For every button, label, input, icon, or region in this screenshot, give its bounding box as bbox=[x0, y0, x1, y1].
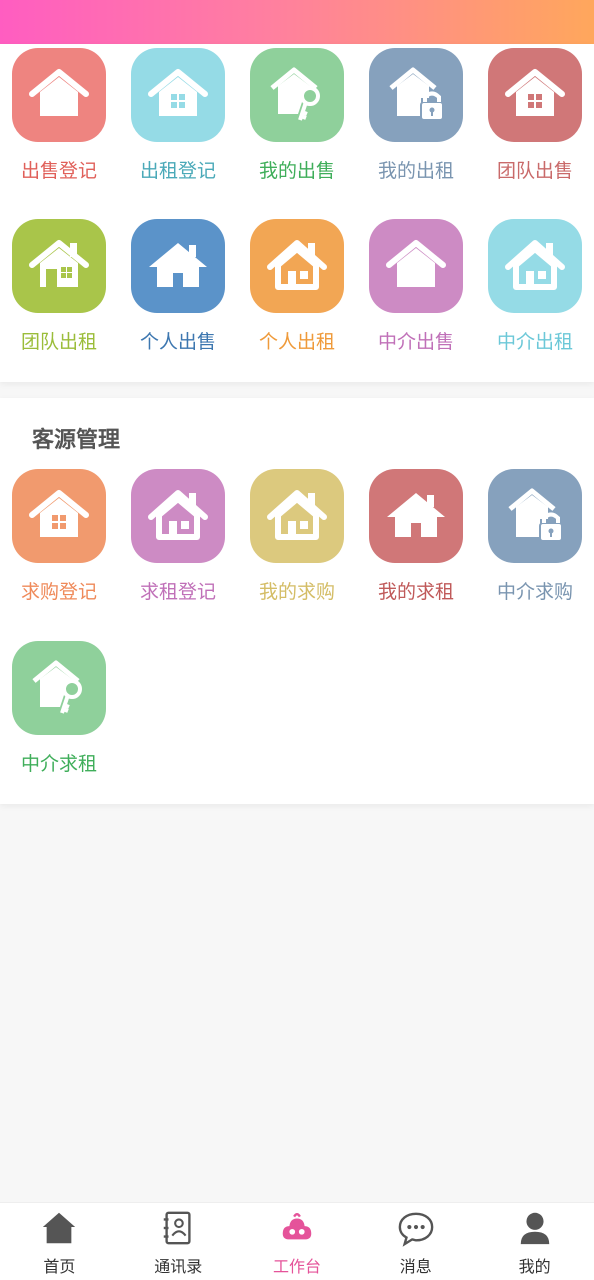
grid-item-label: 团队出租 bbox=[20, 331, 97, 353]
profile-icon bbox=[516, 1209, 554, 1251]
grid-item-agency-buy[interactable]: 中介求购 bbox=[476, 469, 594, 619]
house-window-icon bbox=[131, 48, 225, 142]
grid-item-label: 出售登记 bbox=[20, 160, 97, 182]
grid-item-rent-request[interactable]: 求租登记 bbox=[119, 469, 237, 619]
nav-item-messages[interactable]: 消息 bbox=[356, 1203, 475, 1280]
section-title: 客源管理 bbox=[32, 428, 121, 453]
grid-item-buy-request[interactable]: 求购登记 bbox=[0, 469, 118, 619]
message-icon bbox=[397, 1209, 435, 1251]
grid-item-personal-sale[interactable]: 个人出售 bbox=[119, 219, 237, 369]
grid-item-label: 中介出租 bbox=[496, 331, 573, 353]
grid-item-label: 我的出售 bbox=[258, 160, 335, 182]
grid-item-label: 中介求购 bbox=[496, 581, 573, 603]
house-solid-icon bbox=[369, 469, 463, 563]
grid-item-rent-register[interactable]: 出租登记 bbox=[119, 48, 237, 198]
grid-item-label: 求购登记 bbox=[20, 581, 97, 603]
nav-label: 我的 bbox=[518, 1257, 551, 1276]
house-solid-icon bbox=[131, 219, 225, 313]
grid-item-label: 团队出售 bbox=[496, 160, 573, 182]
grid-item-personal-rent[interactable]: 个人出租 bbox=[238, 219, 356, 369]
house-icon bbox=[12, 48, 106, 142]
client-section-card: 客源管理 求购登记 求租登记 我的求购 我的求租 中介求购 中介求租 bbox=[0, 398, 594, 804]
house-outline-icon bbox=[250, 469, 344, 563]
nav-label: 首页 bbox=[43, 1257, 76, 1276]
grid-item-team-sale[interactable]: 团队出售 bbox=[476, 48, 594, 198]
house-key-icon bbox=[12, 641, 106, 735]
grid-item-my-sale[interactable]: 我的出售 bbox=[238, 48, 356, 198]
grid-item-agency-rent[interactable]: 中介出租 bbox=[476, 219, 594, 369]
bottom-nav: 首页 通讯录 工作台 消息 我的 bbox=[0, 1202, 594, 1280]
house-outline-icon bbox=[488, 219, 582, 313]
grid-item-my-rent-request[interactable]: 我的求租 bbox=[357, 469, 475, 619]
top-header-bar bbox=[0, 0, 594, 44]
grid-item-label: 中介求租 bbox=[20, 753, 97, 775]
grid-item-agency-sale[interactable]: 中介出售 bbox=[357, 219, 475, 369]
grid-item-label: 我的出租 bbox=[377, 160, 454, 182]
house-section-card: 出售登记 出租登记 我的出售 我的出租 团队出售 团队出租 个人出售 个人出租 … bbox=[0, 44, 594, 382]
house-icon bbox=[369, 219, 463, 313]
nav-item-contacts[interactable]: 通讯录 bbox=[119, 1203, 238, 1280]
grid-item-label: 求租登记 bbox=[139, 581, 216, 603]
nav-item-workbench[interactable]: 工作台 bbox=[238, 1203, 357, 1280]
grid-item-label: 我的求租 bbox=[377, 581, 454, 603]
grid-item-label: 出租登记 bbox=[139, 160, 216, 182]
nav-label: 工作台 bbox=[272, 1257, 321, 1276]
grid-item-label: 个人出售 bbox=[139, 331, 216, 353]
house-chimney-icon bbox=[12, 219, 106, 313]
nav-item-home[interactable]: 首页 bbox=[0, 1203, 119, 1280]
workbench-icon bbox=[278, 1209, 316, 1251]
nav-label: 消息 bbox=[399, 1257, 432, 1276]
house-outline-icon bbox=[131, 469, 225, 563]
house-lock-icon bbox=[488, 469, 582, 563]
house-window-icon bbox=[12, 469, 106, 563]
grid-item-label: 中介出售 bbox=[377, 331, 454, 353]
grid-item-sale-register[interactable]: 出售登记 bbox=[0, 48, 118, 198]
contacts-icon bbox=[159, 1209, 197, 1251]
home-icon bbox=[40, 1209, 78, 1251]
grid-item-agency-rent-request[interactable]: 中介求租 bbox=[0, 641, 118, 791]
grid-item-my-rent[interactable]: 我的出租 bbox=[357, 48, 475, 198]
nav-label: 通讯录 bbox=[154, 1257, 203, 1276]
grid-item-label: 我的求购 bbox=[258, 581, 335, 603]
grid-item-my-buy[interactable]: 我的求购 bbox=[238, 469, 356, 619]
house-lock-icon bbox=[369, 48, 463, 142]
house-key-icon bbox=[250, 48, 344, 142]
nav-item-profile[interactable]: 我的 bbox=[475, 1203, 594, 1280]
grid-item-label: 个人出租 bbox=[258, 331, 335, 353]
house-window-icon bbox=[488, 48, 582, 142]
grid-item-team-rent[interactable]: 团队出租 bbox=[0, 219, 118, 369]
house-outline-icon bbox=[250, 219, 344, 313]
